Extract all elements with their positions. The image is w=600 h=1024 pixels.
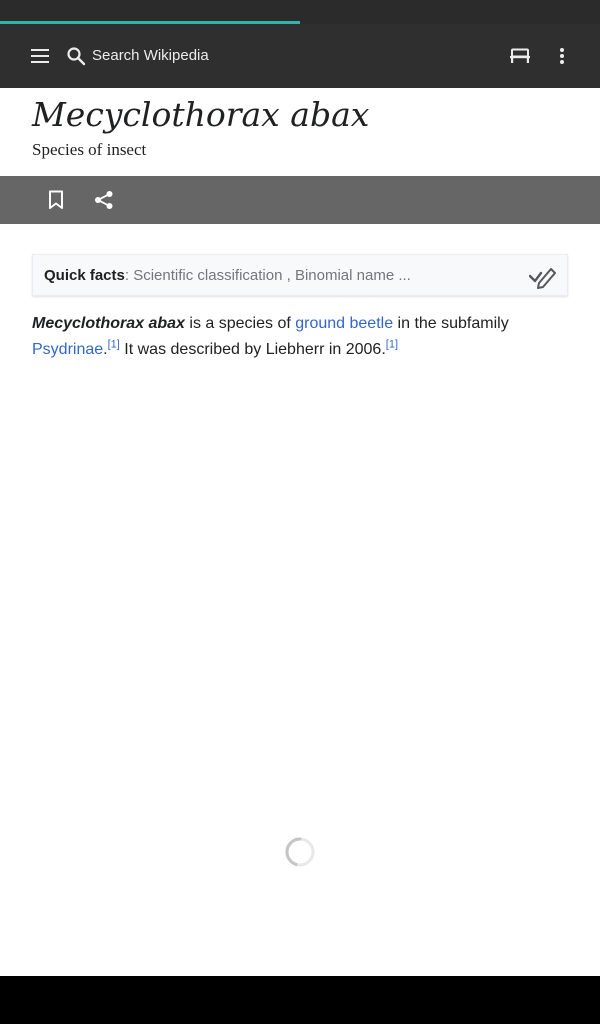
article-action-bar [0, 176, 600, 224]
paragraph-text: It was described by Liebherr in 2006. [119, 341, 386, 358]
status-bar [0, 0, 600, 24]
quick-facts-summary: Scientific classification , Binomial nam… [133, 267, 411, 284]
quick-facts-box[interactable]: Quick facts: Scientific classification ,… [32, 254, 568, 296]
overflow-menu-icon[interactable] [542, 36, 582, 76]
toolbar: Search Wikipedia [0, 24, 600, 88]
bookmark-icon[interactable] [36, 180, 76, 220]
reference-link[interactable]: [1] [108, 339, 120, 351]
reading-lists-icon[interactable] [500, 36, 540, 76]
quick-facts-label: Quick facts [44, 267, 125, 284]
reference-link[interactable]: [1] [386, 339, 398, 351]
menu-icon[interactable] [20, 36, 60, 76]
quick-facts-text: Quick facts: Scientific classification ,… [44, 267, 411, 284]
loading-spinner [285, 837, 315, 867]
page-description: Species of insect [32, 140, 147, 159]
system-navigation-bar [0, 976, 600, 1024]
expand-facts-icon[interactable] [529, 263, 559, 289]
link-psydrinae[interactable]: Psydrinae [32, 341, 103, 358]
share-icon[interactable] [84, 180, 124, 220]
paragraph-text: in the subfamily [393, 315, 509, 332]
search-icon[interactable] [56, 36, 96, 76]
quick-facts-separator: : [124, 267, 134, 284]
article-lead-paragraph: Mecyclothorax abax is a species of groun… [32, 311, 572, 363]
search-input[interactable]: Search Wikipedia [92, 46, 209, 66]
paragraph-text: is a species of [184, 315, 296, 332]
link-ground-beetle[interactable]: ground beetle [295, 315, 393, 332]
article-header: Mecyclothorax abax Species of insect [0, 88, 600, 176]
article-subject: Mecyclothorax abax [32, 315, 185, 332]
page-title: Mecyclothorax abax [32, 95, 370, 134]
